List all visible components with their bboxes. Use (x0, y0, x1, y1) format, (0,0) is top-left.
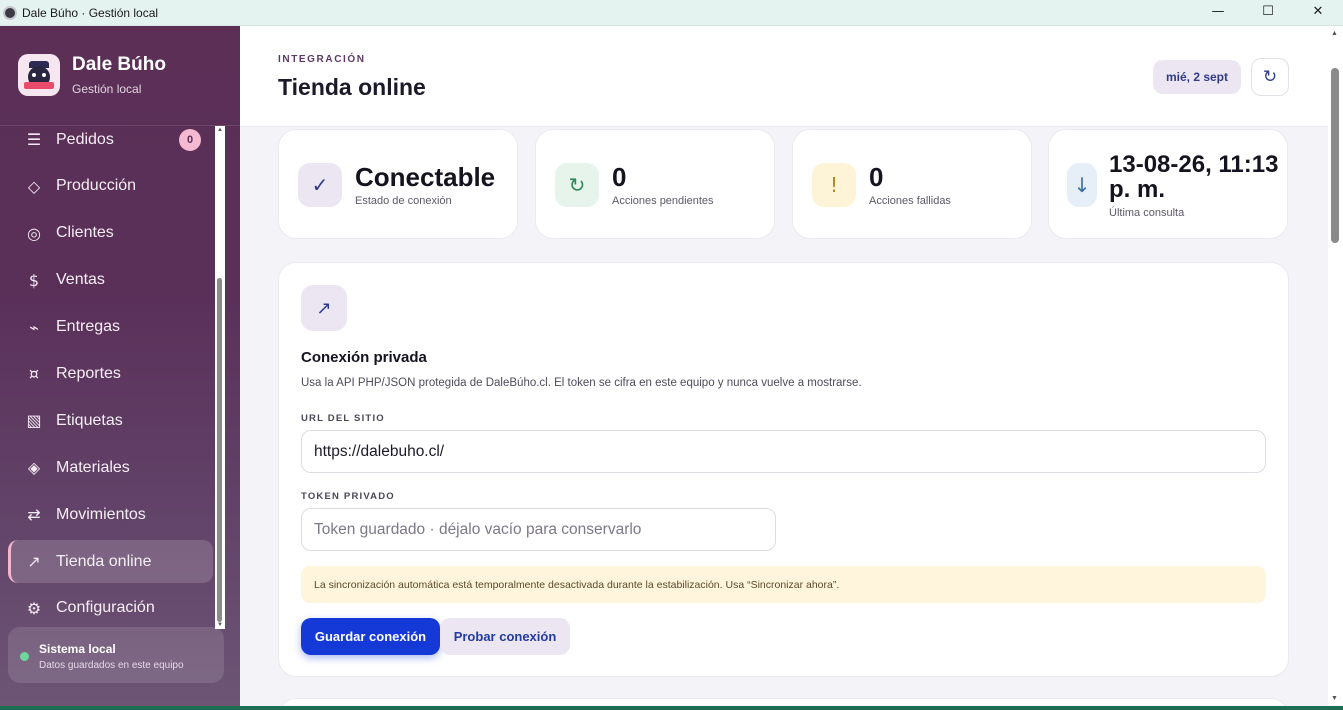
main-scroll-thumb[interactable] (1331, 68, 1339, 243)
minimize-button[interactable]: — (1193, 0, 1243, 22)
sidebar-item-label: Configuración (56, 599, 155, 617)
close-button[interactable]: ✕ (1293, 0, 1343, 22)
site-url-label: URL DEL SITIO (301, 413, 385, 424)
report-icon: ¤ (28, 364, 40, 384)
sidebar-item-label: Producción (56, 177, 137, 195)
stat-card-pending-actions: ↻ 0 Acciones pendientes (535, 129, 775, 239)
taskbar-edge (0, 706, 1343, 710)
sidebar-item-label: Tienda online (56, 552, 152, 570)
main-scrollbar[interactable]: ▲ ▼ (1328, 26, 1343, 706)
sidebar-item-materiales[interactable]: ◈ Materiales (8, 446, 213, 489)
sidebar-scroll-thumb[interactable] (217, 278, 222, 622)
sync-disabled-notice: La sincronización automática está tempor… (301, 566, 1266, 603)
sidebar-item-label: Ventas (56, 271, 105, 289)
window-titlebar: Dale Búho · Gestión local — ☐ ✕ (0, 0, 1343, 26)
sidebar: Dale Búho Gestión local ☰ Pedidos 0 ◇ Pr… (0, 26, 240, 706)
panel-title: Conexión privada (301, 349, 427, 366)
sidebar-item-tienda-online[interactable]: ↗ Tienda online (8, 540, 213, 584)
arrow-up-right-icon: ↗ (27, 552, 41, 572)
save-connection-button[interactable]: Guardar conexión (301, 618, 440, 655)
list-icon: ☰ (26, 130, 42, 149)
sidebar-item-label: Entregas (56, 318, 121, 336)
main-content: INTEGRACIÓN Tienda online mié, 2 sept ↻ … (240, 26, 1328, 706)
stat-card-connection-status: ✓ Conectable Estado de conexión (278, 129, 518, 239)
scroll-down-arrow-icon[interactable]: ▼ (1331, 695, 1338, 702)
stat-value: Conectable (355, 162, 496, 192)
private-token-input[interactable]: Token guardado · déjalo vacío para conse… (301, 508, 776, 551)
sidebar-item-configuracion[interactable]: ⚙ Configuración (8, 587, 213, 630)
sidebar-item-etiquetas[interactable]: ▧ Etiquetas (8, 399, 213, 442)
label-icon: ▧ (26, 411, 42, 431)
maximize-button[interactable]: ☐ (1243, 0, 1293, 22)
site-url-input[interactable]: https://dalebuho.cl/ (301, 430, 1266, 473)
scroll-up-arrow-icon[interactable]: ▲ (217, 127, 223, 133)
sidebar-item-label: Movimientos (56, 505, 146, 523)
swap-icon: ⇄ (27, 505, 41, 525)
private-connection-panel: ↗ Conexión privada Usa la API PHP/JSON p… (278, 262, 1289, 677)
system-status-card: Sistema local Datos guardados en este eq… (8, 627, 224, 683)
sidebar-item-entregas[interactable]: ⌁ Entregas (8, 306, 213, 349)
refresh-button[interactable]: ↻ (1251, 58, 1289, 96)
sidebar-item-reportes[interactable]: ¤ Reportes (8, 352, 213, 395)
check-icon: ✓ (298, 163, 342, 207)
test-connection-button[interactable]: Probar conexión (440, 618, 570, 655)
sidebar-item-produccion[interactable]: ◇ Producción (8, 165, 213, 208)
arrow-up-right-icon: ↗ (301, 285, 347, 331)
dollar-icon: $ (28, 270, 40, 290)
refresh-icon: ↻ (1262, 67, 1278, 87)
brand-subtitle: Gestión local (72, 82, 142, 96)
status-dot-icon (20, 652, 29, 661)
orders-count-badge: 0 (179, 128, 201, 151)
date-badge: mié, 2 sept (1153, 60, 1241, 94)
sidebar-scrollbar[interactable]: ▲ ▼ (215, 126, 225, 629)
stat-label: Acciones pendientes (612, 195, 714, 207)
stat-value: 13-08-26, 11:13 p. m. (1109, 151, 1279, 203)
app-icon (3, 5, 17, 20)
scroll-down-arrow-icon[interactable]: ▼ (217, 622, 223, 628)
panel-description: Usa la API PHP/JSON protegida de DaleBúh… (301, 377, 862, 389)
sidebar-item-label: Pedidos (56, 130, 114, 148)
stat-value: 0 (869, 162, 884, 192)
stat-label: Última consulta (1109, 207, 1185, 219)
stat-label: Acciones fallidas (869, 195, 951, 207)
system-status-subtitle: Datos guardados en este equipo (39, 660, 184, 671)
sidebar-item-clientes[interactable]: ◎ Clientes (8, 212, 213, 255)
scroll-up-arrow-icon[interactable]: ▲ (1331, 30, 1338, 37)
brand: Dale Búho Gestión local (18, 54, 166, 96)
next-panel (278, 698, 1289, 706)
private-token-label: TOKEN PRIVADO (301, 491, 395, 502)
stat-label: Estado de conexión (355, 195, 452, 207)
arrow-down-icon: ↓ (1067, 163, 1097, 207)
stat-card-failed-actions: ! 0 Acciones fallidas (792, 129, 1032, 239)
route-icon: ⌁ (29, 317, 39, 337)
gear-icon: ⚙ (26, 598, 42, 618)
stat-card-last-check: ↓ 13-08-26, 11:13 p. m. Última consulta (1048, 129, 1288, 239)
sidebar-item-pedidos[interactable]: ☰ Pedidos 0 (8, 118, 213, 161)
page-eyebrow: INTEGRACIÓN (278, 54, 366, 65)
sidebar-item-label: Clientes (56, 224, 114, 242)
sidebar-item-label: Reportes (56, 364, 121, 382)
owl-logo-icon (18, 54, 60, 96)
sidebar-item-label: Etiquetas (56, 411, 123, 429)
sidebar-nav: ☰ Pedidos 0 ◇ Producción ◎ Clientes $ Ve… (8, 118, 213, 634)
target-icon: ◎ (27, 223, 41, 243)
diamond-icon: ◇ (27, 176, 41, 196)
materials-icon: ◈ (27, 458, 41, 478)
system-status-title: Sistema local (39, 642, 116, 656)
sidebar-item-movimientos[interactable]: ⇄ Movimientos (8, 493, 213, 536)
stat-value: 0 (612, 162, 627, 192)
window-title: Dale Búho · Gestión local (22, 5, 159, 20)
brand-name: Dale Búho (72, 54, 166, 75)
sidebar-item-ventas[interactable]: $ Ventas (8, 259, 213, 302)
warning-icon: ! (812, 163, 856, 207)
page-title: Tienda online (278, 74, 426, 100)
page-header: INTEGRACIÓN Tienda online mié, 2 sept ↻ (240, 26, 1328, 127)
sidebar-item-label: Materiales (56, 458, 130, 476)
window-controls: — ☐ ✕ (1193, 0, 1343, 26)
refresh-icon: ↻ (555, 163, 599, 207)
